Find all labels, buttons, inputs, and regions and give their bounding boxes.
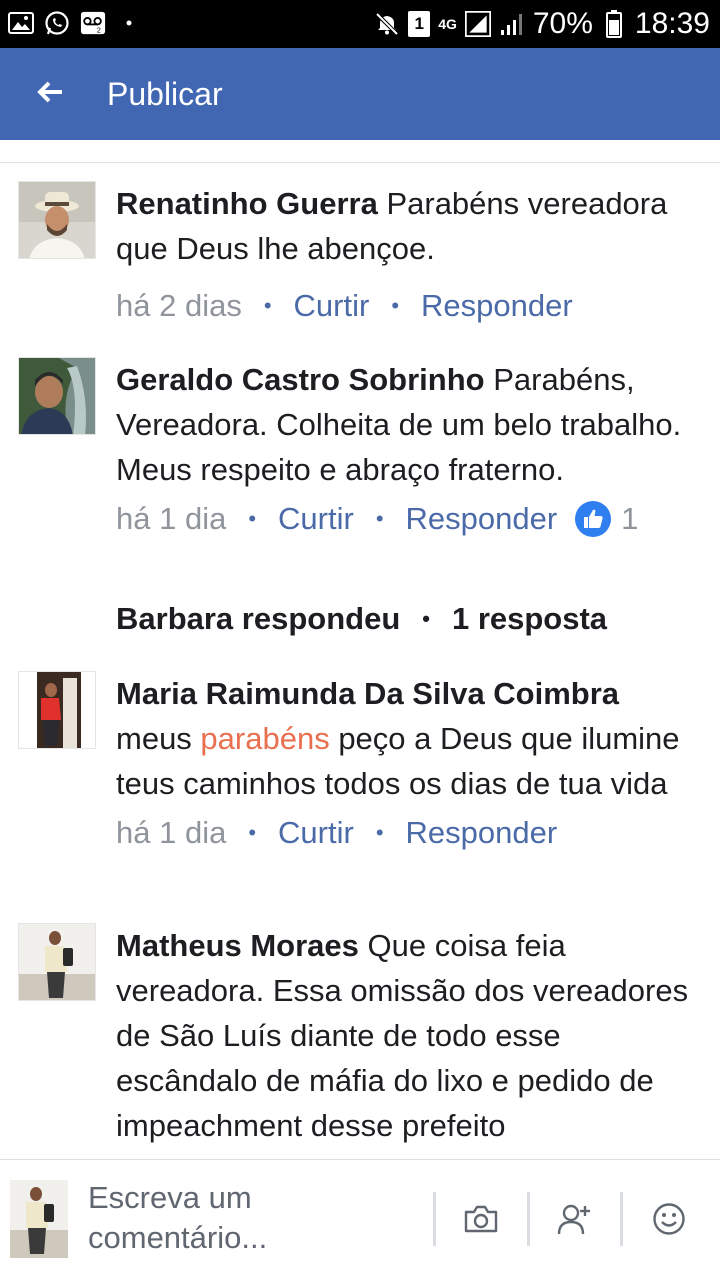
meta-separator: • bbox=[263, 293, 272, 318]
battery-percent: 70% bbox=[532, 7, 593, 40]
comment-composer: Escreva um comentário... bbox=[0, 1159, 720, 1280]
signal-icon-2 bbox=[499, 11, 525, 37]
back-button[interactable] bbox=[26, 70, 74, 118]
svg-text:2: 2 bbox=[97, 25, 101, 34]
comment-author[interactable]: Matheus Moraes bbox=[116, 928, 359, 963]
comment-text: Renatinho Guerra Parabéns vereadora que … bbox=[116, 181, 702, 271]
signal-icon bbox=[464, 11, 491, 37]
comment-body: Geraldo Castro Sobrinho Parabéns, Veread… bbox=[116, 357, 702, 541]
sim-badge: 1 bbox=[408, 11, 431, 37]
divider bbox=[433, 1192, 436, 1246]
comment-meta: há 1 dia • Curtir • Responder bbox=[116, 810, 702, 855]
mute-icon bbox=[374, 11, 400, 37]
like-link[interactable]: Curtir bbox=[294, 283, 370, 328]
arrow-left-icon bbox=[37, 81, 63, 108]
meta-separator: • bbox=[248, 506, 257, 531]
user-avatar bbox=[10, 1180, 68, 1258]
reaction-count: 1 bbox=[621, 501, 639, 536]
comment-meta: há 2 dias • Curtir • Responder bbox=[116, 283, 702, 328]
emoji-button[interactable] bbox=[645, 1198, 693, 1244]
reaction-badge[interactable]: 1 bbox=[575, 496, 638, 541]
app-bar: Publicar bbox=[0, 48, 720, 140]
reply-link[interactable]: Responder bbox=[421, 283, 573, 328]
avatar[interactable] bbox=[18, 357, 96, 435]
battery-icon bbox=[601, 10, 627, 38]
network-type: 4G bbox=[438, 16, 457, 32]
emoji-icon bbox=[652, 1202, 686, 1241]
comment-time[interactable]: há 2 dias bbox=[116, 283, 242, 328]
meta-separator: • bbox=[248, 820, 257, 845]
comment-time[interactable]: há 1 dia bbox=[116, 810, 226, 855]
comment-author[interactable]: Renatinho Guerra bbox=[116, 186, 378, 221]
avatar[interactable] bbox=[18, 923, 96, 1001]
divider bbox=[620, 1192, 623, 1246]
page-title: Publicar bbox=[107, 76, 223, 112]
comment-message-start: meus bbox=[116, 721, 201, 756]
dot-icon bbox=[116, 10, 142, 36]
status-bar-right: 1 4G 70% 18:39 bbox=[374, 6, 710, 42]
comment-meta: há 1 dia • Curtir • Responder 1 bbox=[116, 496, 702, 541]
divider bbox=[527, 1192, 530, 1246]
meta-separator: • bbox=[375, 506, 384, 531]
replies-who: Barbara respondeu bbox=[116, 601, 401, 636]
tag-person-button[interactable] bbox=[551, 1198, 599, 1244]
comment-text: Matheus Moraes Que coisa feia vereadora.… bbox=[116, 923, 702, 1159]
status-bar: 2 1 4G 70% 18:39 bbox=[0, 0, 720, 48]
reply-link[interactable]: Responder bbox=[406, 496, 558, 541]
comment-body: Renatinho Guerra Parabéns vereadora que … bbox=[116, 181, 702, 328]
comments-list: Renatinho Guerra Parabéns vereadora que … bbox=[0, 163, 720, 1159]
comment-text: Geraldo Castro Sobrinho Parabéns, Veread… bbox=[116, 357, 702, 492]
clock: 18:39 bbox=[634, 7, 710, 40]
tag-person-icon bbox=[557, 1203, 593, 1240]
highlighted-word: parabéns bbox=[200, 721, 330, 756]
image-icon bbox=[8, 10, 34, 36]
avatar[interactable] bbox=[18, 671, 96, 749]
avatar[interactable] bbox=[18, 181, 96, 259]
reply-link[interactable]: Responder bbox=[406, 810, 558, 855]
comment-time[interactable]: há 1 dia bbox=[116, 496, 226, 541]
like-link[interactable]: Curtir bbox=[278, 810, 354, 855]
thumbs-up-icon bbox=[575, 500, 612, 537]
comment-author[interactable]: Geraldo Castro Sobrinho bbox=[116, 362, 485, 397]
status-bar-left: 2 bbox=[8, 10, 142, 36]
camera-icon bbox=[463, 1204, 499, 1239]
comment-text: Maria Raimunda Da Silva Coimbra meus par… bbox=[116, 671, 702, 806]
like-link[interactable]: Curtir bbox=[278, 496, 354, 541]
meta-separator: • bbox=[391, 293, 400, 318]
meta-separator: • bbox=[422, 606, 430, 631]
comment-author[interactable]: Maria Raimunda Da Silva Coimbra bbox=[116, 676, 619, 711]
comment-body: Maria Raimunda Da Silva Coimbra meus par… bbox=[116, 671, 702, 855]
voicemail-icon: 2 bbox=[80, 10, 106, 36]
view-replies-link[interactable]: Barbara respondeu • 1 resposta bbox=[116, 596, 607, 641]
comment-input[interactable]: Escreva um comentário... bbox=[88, 1178, 418, 1258]
camera-button[interactable] bbox=[457, 1198, 505, 1244]
meta-separator: • bbox=[375, 820, 384, 845]
comment-body: Matheus Moraes Que coisa feia vereadora.… bbox=[116, 923, 702, 1159]
whatsapp-icon bbox=[44, 10, 70, 36]
replies-count: 1 resposta bbox=[451, 601, 608, 636]
